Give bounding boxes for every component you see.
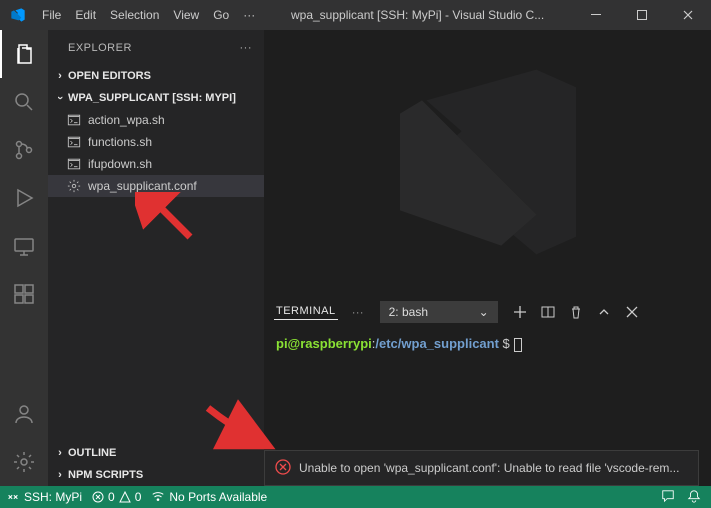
menu-view[interactable]: View [166, 0, 206, 30]
notification-text: Unable to open 'wpa_supplicant.conf': Un… [299, 461, 679, 475]
sidebar-more-icon[interactable]: ··· [240, 42, 253, 54]
file-name: wpa_supplicant.conf [88, 179, 197, 193]
error-count: 0 [108, 490, 115, 504]
maximize-panel-button[interactable] [592, 305, 616, 319]
remote-indicator[interactable]: SSH: MyPi [6, 490, 82, 504]
shell-file-icon [66, 135, 82, 149]
sidebar-header: EXPLORER ··· [48, 30, 264, 65]
window-title: wpa_supplicant [SSH: MyPi] - Visual Stud… [262, 8, 573, 22]
file-name: action_wpa.sh [88, 113, 165, 127]
terminal-selector[interactable]: 2: bash ⌄ [380, 301, 498, 323]
ports-label: No Ports Available [169, 490, 267, 504]
bell-icon[interactable] [687, 489, 701, 506]
chevron-down-icon: ⌄ [479, 305, 489, 319]
debug-view-icon[interactable] [0, 174, 48, 222]
source-control-view-icon[interactable] [0, 126, 48, 174]
warning-count: 0 [135, 490, 142, 504]
terminal-prompt-path: /etc/wpa_supplicant [375, 336, 499, 351]
workspace-section[interactable]: › WPA_SUPPLICANT [SSH: MYPI] [48, 87, 264, 109]
panel-overflow-icon[interactable]: ··· [352, 305, 364, 319]
error-icon [275, 459, 291, 478]
explorer-sidebar: EXPLORER ··· › OPEN EDITORS › WPA_SUPPLI… [48, 30, 264, 486]
tab-terminal[interactable]: TERMINAL [274, 305, 338, 320]
vscode-logo-icon [0, 7, 35, 23]
remote-explorer-view-icon[interactable] [0, 222, 48, 270]
file-row[interactable]: action_wpa.sh [48, 109, 264, 131]
chevron-right-icon: › [52, 469, 68, 481]
extensions-view-icon[interactable] [0, 270, 48, 318]
file-name: functions.sh [88, 135, 152, 149]
terminal-cursor [514, 338, 522, 352]
chevron-down-icon: › [54, 90, 66, 106]
panel-tabs: TERMINAL ··· 2: bash ⌄ [264, 295, 711, 330]
menu-bar: File Edit Selection View Go ··· [35, 0, 262, 30]
settings-gear-icon[interactable] [0, 438, 48, 486]
menu-file[interactable]: File [35, 0, 68, 30]
vscode-watermark-icon [378, 52, 598, 272]
kill-terminal-button[interactable] [564, 305, 588, 319]
config-file-icon [66, 179, 82, 193]
terminal-prompt-symbol: $ [499, 336, 510, 351]
title-bar: File Edit Selection View Go ··· wpa_supp… [0, 0, 711, 30]
terminal-selector-label: 2: bash [389, 305, 428, 319]
search-view-icon[interactable] [0, 78, 48, 126]
window-controls [573, 0, 711, 30]
shell-file-icon [66, 113, 82, 127]
section-label: OUTLINE [68, 447, 116, 459]
npm-scripts-section[interactable]: › NPM SCRIPTS [48, 464, 264, 486]
editor-group: TERMINAL ··· 2: bash ⌄ pi@raspberrypi:/e… [264, 30, 711, 486]
menu-edit[interactable]: Edit [68, 0, 103, 30]
new-terminal-button[interactable] [508, 305, 532, 319]
problems-indicator[interactable]: 0 0 [92, 490, 141, 504]
terminal-prompt-user: pi@raspberrypi [276, 336, 372, 351]
file-row[interactable]: ifupdown.sh [48, 153, 264, 175]
shell-file-icon [66, 157, 82, 171]
notification-toast[interactable]: Unable to open 'wpa_supplicant.conf': Un… [264, 450, 699, 486]
close-button[interactable] [665, 0, 711, 30]
chevron-right-icon: › [52, 70, 68, 82]
activity-bar [0, 30, 48, 486]
outline-section[interactable]: › OUTLINE [48, 442, 264, 464]
menu-overflow[interactable]: ··· [236, 0, 262, 30]
maximize-button[interactable] [619, 0, 665, 30]
file-row-selected[interactable]: wpa_supplicant.conf [48, 175, 264, 197]
open-editors-section[interactable]: › OPEN EDITORS [48, 65, 264, 87]
section-label: WPA_SUPPLICANT [SSH: MYPI] [68, 92, 236, 104]
status-bar: SSH: MyPi 0 0 No Ports Available [0, 486, 711, 508]
minimize-button[interactable] [573, 0, 619, 30]
file-name: ifupdown.sh [88, 157, 152, 171]
menu-selection[interactable]: Selection [103, 0, 166, 30]
sidebar-title: EXPLORER [68, 42, 132, 54]
ports-indicator[interactable]: No Ports Available [151, 490, 267, 504]
remote-label: SSH: MyPi [24, 490, 82, 504]
split-terminal-button[interactable] [536, 305, 560, 319]
close-panel-button[interactable] [620, 306, 644, 318]
file-row[interactable]: functions.sh [48, 131, 264, 153]
section-label: OPEN EDITORS [68, 70, 151, 82]
feedback-icon[interactable] [661, 489, 675, 506]
editor-empty-state [264, 30, 711, 294]
section-label: NPM SCRIPTS [68, 469, 143, 481]
accounts-icon[interactable] [0, 390, 48, 438]
chevron-right-icon: › [52, 447, 68, 459]
explorer-view-icon[interactable] [0, 30, 48, 78]
menu-go[interactable]: Go [206, 0, 236, 30]
file-tree: action_wpa.sh functions.sh ifupdown.sh w… [48, 109, 264, 197]
